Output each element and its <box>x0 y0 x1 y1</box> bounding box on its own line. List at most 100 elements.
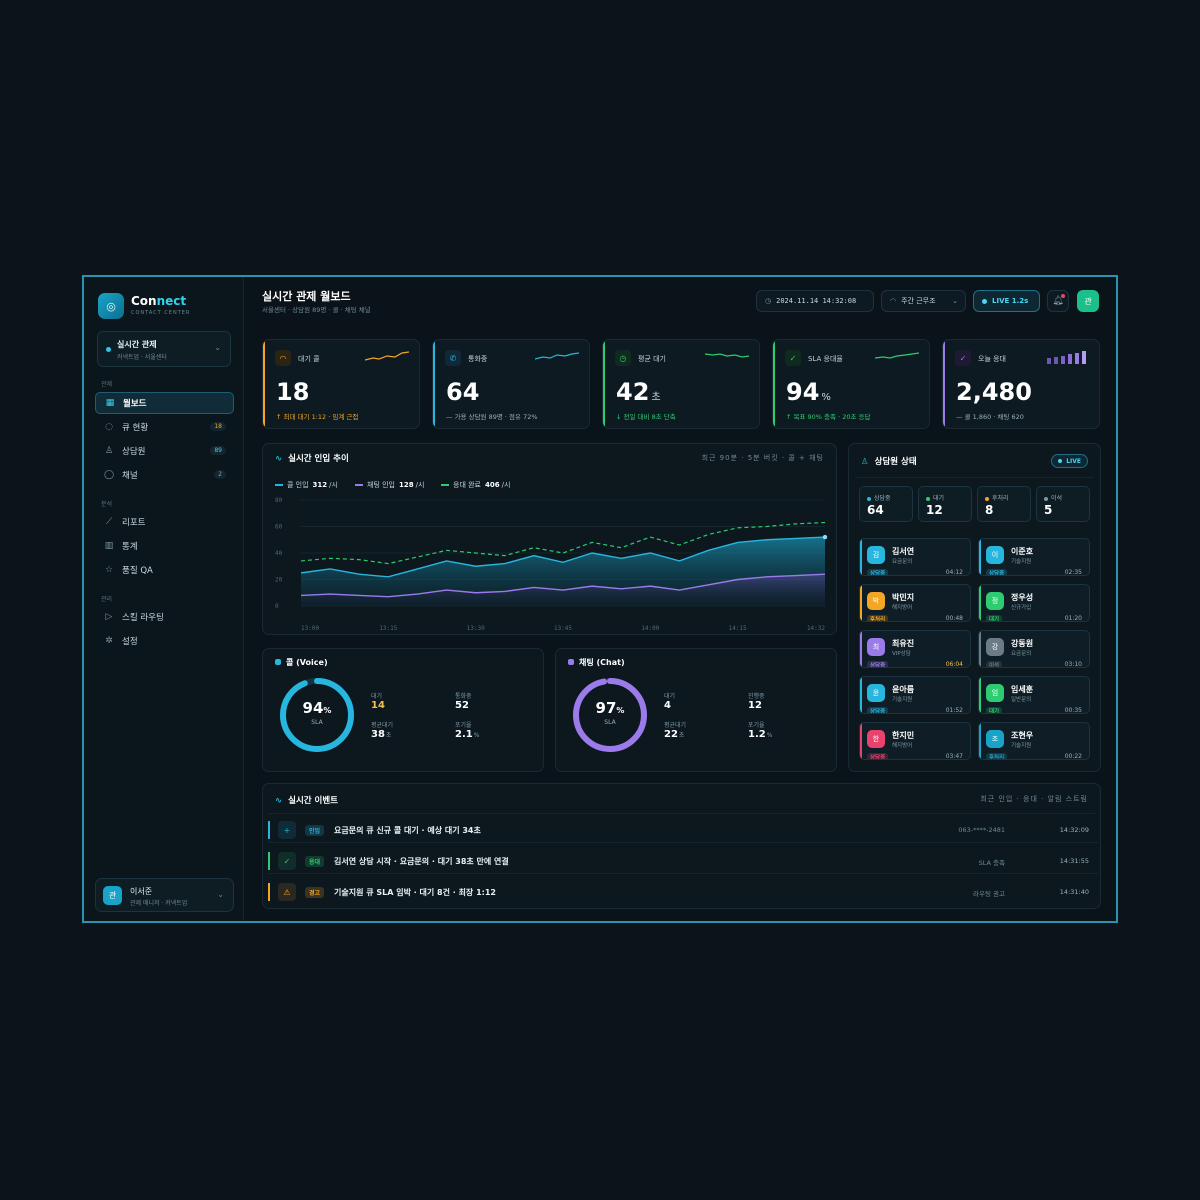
agent-panel-title: ♙ 상담원 상태 <box>861 457 917 467</box>
event-row[interactable]: + 인입 요금문의 큐 신규 콜 대기 · 예상 대기 34초 063-****-24… <box>268 817 1098 843</box>
avatar: 김 <box>867 546 885 564</box>
agent-name: 이준호 <box>1011 547 1034 556</box>
header-avatar[interactable]: 관 <box>1077 290 1099 312</box>
agent-status-bar <box>860 677 862 713</box>
brand-subtitle: CONTACT CENTER <box>131 310 191 316</box>
kpi-note: — 콜 1,860 · 채팅 620 <box>956 413 1024 421</box>
app-window: ◎ Connect CONTACT CENTER 실시간 관제 커넥트업 · 서… <box>82 275 1118 923</box>
kpi-accent-bar <box>773 340 775 428</box>
event-message: 김서연 상담 시작 · 요금문의 · 대기 38초 만에 연결 <box>334 857 509 866</box>
live-dot-icon <box>1058 459 1063 463</box>
agent-card[interactable]: 최 최유진 VIP상담 상담중 06:04 <box>859 630 971 668</box>
agent-status-badge: 상담중 <box>867 569 889 575</box>
agent-card[interactable]: 윤 윤아름 기술지원 상담중 01:52 <box>859 676 971 714</box>
agent-status-badge: 이석 <box>986 661 1003 667</box>
agent-status-timer: 06:04 <box>945 661 963 668</box>
x-tick-label: 13:45 <box>554 625 572 632</box>
sidebar-item-settings[interactable]: ✲ 설정 <box>95 630 234 652</box>
kpi-note: ↑ 최대 대기 1:12 · 임계 근접 <box>276 413 359 421</box>
agent-name: 강동원 <box>1011 639 1034 648</box>
agent-status-timer: 03:47 <box>945 753 963 760</box>
chat-stat-value: 12 <box>748 700 762 711</box>
events-meta: 최근 인입 · 응대 · 알림 스트림 <box>980 795 1088 803</box>
agent-card[interactable]: 김 김서연 요금문의 상담중 04:12 <box>859 538 971 576</box>
workspace-selector[interactable]: 실시간 관제 커넥트업 · 서울센터 ⌄ <box>97 331 231 367</box>
chat-stat-value: 1.2% <box>748 729 773 740</box>
agent-status-bar <box>979 585 981 621</box>
kpi-card-sla: ✓ SLA 응대율 94% ↑ 목표 90% 충족 · 20초 응답 <box>772 339 930 429</box>
event-accent-bar <box>268 883 270 901</box>
trend-chart: 0 20 40 60 80 13:00 13:15 13:30 13:45 14:00 14:15 1… <box>275 497 828 632</box>
chat-stat-label: 대기 <box>664 693 676 700</box>
agent-count-talking: 상담중 64 <box>859 486 913 522</box>
agent-skill: VIP상담 <box>892 651 911 657</box>
sidebar-item-qa[interactable]: ☆ 품질 QA <box>95 559 234 581</box>
sidebar-item-wallboard[interactable]: ▦ 월보드 <box>95 392 234 414</box>
workspace-subtitle: 커넥트업 · 서울센터 <box>117 354 167 361</box>
agent-status-timer: 01:52 <box>945 707 963 714</box>
kpi-card-today: ✓ 오늘 응대 2,480 — 콜 1,860 · 채팅 620 <box>942 339 1100 429</box>
agent-skill: 일반문의 <box>1011 697 1032 703</box>
event-accent-bar <box>268 821 270 839</box>
sidebar-item-routing[interactable]: ▷ 스킬 라우팅 <box>95 606 234 628</box>
agent-card[interactable]: 임 임세훈 일반문의 대기 00:35 <box>978 676 1090 714</box>
routing-icon: ▷ <box>105 612 113 622</box>
agent-status-bar <box>979 539 981 575</box>
clock-icon: ◷ <box>765 297 772 305</box>
kpi-sparkline <box>365 351 409 361</box>
agent-name: 한지민 <box>892 731 915 740</box>
agent-status-timer: 03:10 <box>1064 661 1082 668</box>
agent-status-bar <box>979 631 981 667</box>
kpi-accent-bar <box>603 340 605 428</box>
sidebar-item-stats[interactable]: ▥ 통계 <box>95 535 234 557</box>
nav-section-monitor: 관제 <box>101 381 113 388</box>
chat-bubble-icon: ◯ <box>103 470 115 480</box>
bar-chart-icon: ▥ <box>104 541 114 551</box>
sidebar-item-label: 스킬 라우팅 <box>122 613 164 623</box>
chat-stat-label: 포기율 <box>748 722 765 729</box>
queue-count-badge: 18 <box>210 422 226 431</box>
agent-skill: 해지방어 <box>892 743 913 749</box>
agent-card[interactable]: 이 이준호 기술지원 상담중 02:35 <box>978 538 1090 576</box>
user-profile-menu[interactable]: 관 이서준 관제 매니저 · 커넥트업 ⌄ <box>95 878 234 912</box>
grid-icon: ▦ <box>105 398 115 408</box>
notification-button[interactable]: 🔔︎ <box>1047 290 1069 312</box>
sidebar: ◎ Connect CONTACT CENTER 실시간 관제 커넥트업 · 서… <box>84 277 244 921</box>
line-chart-icon: ⟋ <box>105 517 113 527</box>
sidebar-item-label: 리포트 <box>122 518 146 528</box>
sidebar-item-label: 통계 <box>122 542 138 552</box>
kpi-accent-bar <box>943 340 945 428</box>
agent-card[interactable]: 조 조현우 기술지원 후처리 00:22 <box>978 722 1090 760</box>
event-type-icon: + <box>278 821 296 839</box>
agent-card[interactable]: 정 정우성 신규가입 대기 01:20 <box>978 584 1090 622</box>
agent-card[interactable]: 박 박민지 해지방어 후처리 00:48 <box>859 584 971 622</box>
check-icon: ✓ <box>955 350 971 366</box>
chevron-down-icon: ⌄ <box>217 890 224 899</box>
event-time: 14:31:55 <box>1059 857 1089 865</box>
event-row[interactable]: ⚠ 경고 기술지원 큐 SLA 임박 · 대기 8건 · 최장 1:12 라우팅 권고… <box>268 879 1098 905</box>
agent-count-away: 이석 5 <box>1036 486 1090 522</box>
sidebar-item-agents[interactable]: ♙ 상담원 89 <box>95 440 234 462</box>
live-dot-icon <box>982 298 987 304</box>
sidebar-item-channel[interactable]: ◯ 채널 2 <box>95 464 234 486</box>
live-indicator[interactable]: LIVE 1.2s <box>973 290 1040 312</box>
kpi-label: SLA 응대율 <box>808 355 843 363</box>
event-row[interactable]: ✓ 응대 김서연 상담 시작 · 요금문의 · 대기 38초 만에 연결 SLA 충족… <box>268 848 1098 874</box>
avatar: 윤 <box>867 684 885 702</box>
x-tick-label: 14:15 <box>729 625 747 632</box>
agent-count-idle: 대기 12 <box>918 486 972 522</box>
avatar: 박 <box>867 592 885 610</box>
y-tick-label: 0 <box>275 603 279 610</box>
sidebar-item-report[interactable]: ⟋ 리포트 <box>95 511 234 533</box>
sidebar-item-queue[interactable]: ◌ 큐 현황 18 <box>95 416 234 438</box>
agent-card[interactable]: 강 강동원 요금문의 이석 03:10 <box>978 630 1090 668</box>
shift-select[interactable]: ◠ 주간 근무조 ⌄ <box>881 290 966 312</box>
chat-sla-value: 97% <box>595 699 625 717</box>
event-detail: SLA 충족 <box>978 859 1005 867</box>
agent-name: 조현우 <box>1011 731 1034 740</box>
voice-stat-label: 통화중 <box>455 693 472 700</box>
kpi-card-talking: ✆ 통화중 64 — 가용 상담원 89명 · 점유 72% <box>432 339 590 429</box>
agent-status-panel: ♙ 상담원 상태 LIVE 상담중 64 대기 12 후처리 8 이석 5 김 김서연 요금문… <box>848 443 1101 772</box>
agent-card[interactable]: 한 한지민 해지방어 상담중 03:47 <box>859 722 971 760</box>
call-last-point <box>822 534 828 540</box>
